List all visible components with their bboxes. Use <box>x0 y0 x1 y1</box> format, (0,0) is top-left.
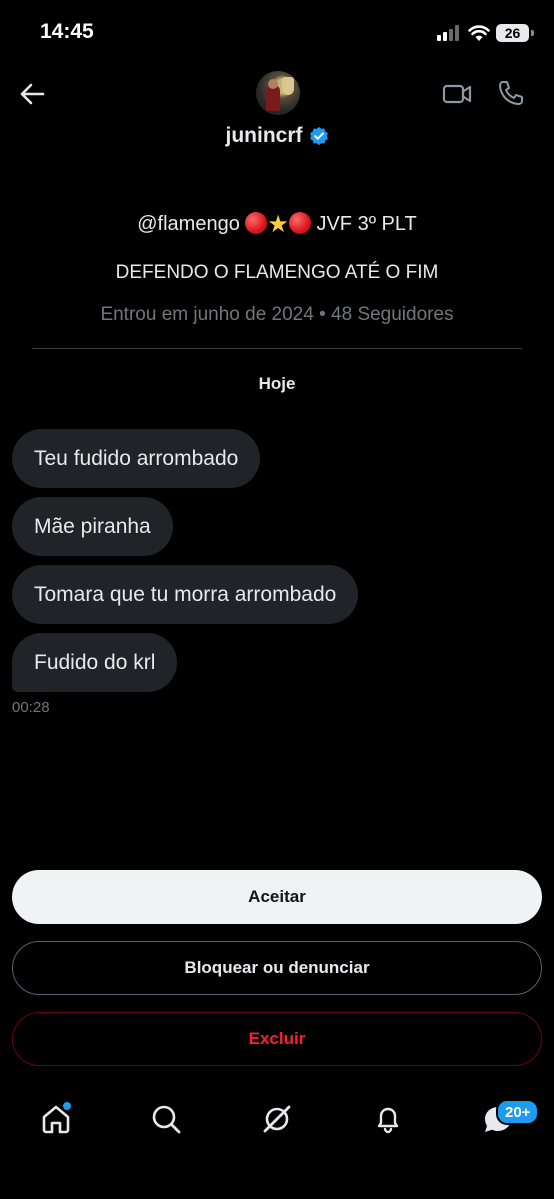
notifications-bell-icon[interactable] <box>372 1103 404 1135</box>
grok-icon[interactable] <box>261 1103 293 1135</box>
battery-nub <box>531 30 534 36</box>
arrow-left-icon[interactable] <box>18 80 46 108</box>
message-bubble[interactable]: Mãe piranha <box>12 497 173 556</box>
search-icon[interactable] <box>150 1103 182 1135</box>
message-timestamp: 00:28 <box>12 699 50 716</box>
username-row[interactable]: junincrf <box>0 124 554 148</box>
username: junincrf <box>225 124 303 147</box>
profile-bio-line1: @flamengo ★ JVF 3º PLT <box>0 210 554 239</box>
message-bubble[interactable]: Teu fudido arrombado <box>12 429 261 488</box>
message-bubble[interactable]: Fudido do krl <box>12 633 178 692</box>
dm-request-screen: 14:45 26 junincrf @flamengo ★ JVF 3º PLT… <box>0 0 554 1199</box>
block-or-report-button[interactable]: Bloquear ou denunciar <box>12 941 542 995</box>
battery-indicator: 26 <box>496 24 529 42</box>
profile-meta: Entrou em junho de 2024 • 48 Seguidores <box>100 304 454 325</box>
star-emoji: ★ <box>267 211 289 238</box>
wifi-icon <box>468 25 490 41</box>
divider <box>32 348 522 349</box>
message-bubble[interactable]: Tomara que tu morra arrombado <box>12 565 359 624</box>
phone-icon[interactable] <box>497 79 525 107</box>
status-time: 14:45 <box>40 20 94 43</box>
red-circle-emoji <box>288 212 311 234</box>
verified-badge-icon <box>309 126 328 146</box>
cellular-signal-icon <box>437 25 463 41</box>
profile-bio-line2: DEFENDO O FLAMENGO ATÉ O FIM <box>115 262 439 283</box>
accept-button[interactable]: Aceitar <box>12 870 542 924</box>
red-circle-emoji <box>245 212 268 234</box>
bio-suffix: JVF 3º PLT <box>316 213 417 235</box>
day-label: Hoje <box>258 374 296 393</box>
messages-badge: 20+ <box>496 1099 540 1125</box>
avatar-trophy <box>282 77 294 95</box>
avatar[interactable] <box>256 71 300 115</box>
home-notification-dot <box>62 1101 72 1111</box>
avatar-head <box>268 79 278 89</box>
bio-handle-link[interactable]: @flamengo <box>137 213 240 235</box>
delete-button[interactable]: Excluir <box>12 1012 542 1066</box>
video-camera-icon[interactable] <box>442 80 472 108</box>
